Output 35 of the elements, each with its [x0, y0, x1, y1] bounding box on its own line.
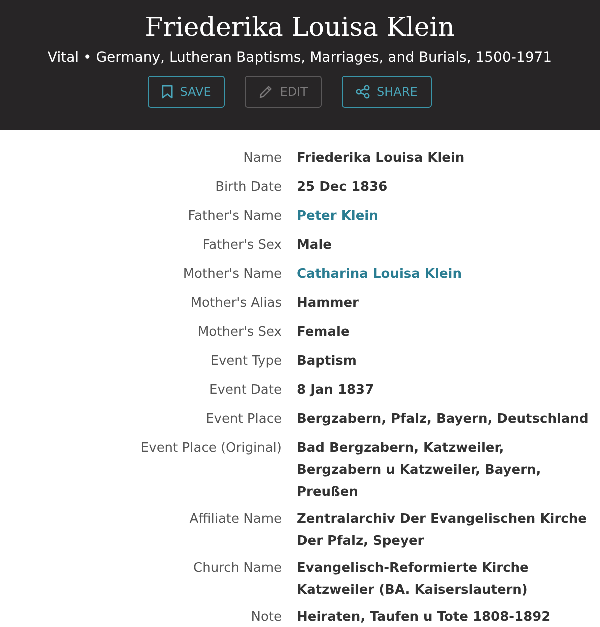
field-label: Affiliate Name — [188, 510, 282, 528]
field-label: Event Type — [210, 352, 282, 370]
field-label: Note — [250, 608, 282, 626]
field-value: Zentralarchiv Der Evangelischen Kirche Der Pfalz, Speyer — [297, 510, 588, 550]
field-value: Male — [297, 236, 332, 254]
field-label: Name — [242, 150, 282, 168]
field-value: Bad Bergzabern, Katzweiler, Bergzabern u Katzweiler, Bayern, Preußen — [297, 440, 542, 502]
save-button[interactable]: SAVE — [148, 76, 226, 108]
field-value: Friederika Louisa Klein — [297, 150, 465, 168]
field-label: Birth Date — [214, 178, 282, 196]
field-value: Female — [297, 324, 350, 342]
field-value: Baptism — [297, 352, 357, 370]
record-title: Friederika Louisa Klein — [145, 12, 455, 45]
field-value: 8 Jan 1837 — [297, 382, 374, 400]
collection-subtitle: Vital • Germany, Lutheran Baptisms, Marriages, and Burials, 1500-1971 — [48, 49, 552, 68]
field-value: Evangelisch-Reformierte Kirche Katzweiler (BA. Kaiserslautern) — [297, 560, 530, 600]
person-link[interactable]: Catharina Louisa Klein — [297, 264, 462, 286]
person-link[interactable]: Peter Klein — [297, 206, 378, 228]
field-label: Father's Sex — [202, 236, 282, 254]
field-value: Heiraten, Taufen u Tote 1808-1892 — [297, 608, 551, 626]
field-value: 25 Dec 1836 — [297, 178, 388, 196]
field-value: Bergzabern, Pfalz, Bayern, Deutschland — [297, 410, 589, 428]
field-label: Mother's Name — [182, 266, 282, 284]
bookmark-icon — [162, 85, 174, 99]
field-label: Mother's Sex — [196, 324, 282, 342]
field-value: Hammer — [297, 294, 359, 312]
field-label: Event Place (Original) — [140, 440, 282, 458]
field-label: Event Date — [208, 382, 282, 400]
field-label: Mother's Alias — [190, 294, 282, 312]
share-icon — [356, 85, 370, 99]
field-label: Church Name — [192, 560, 282, 578]
pencil-icon — [259, 85, 274, 99]
field-label: Event Place — [205, 410, 282, 428]
field-label: Father's Name — [187, 208, 282, 226]
share-button[interactable]: SHARE — [342, 76, 432, 108]
